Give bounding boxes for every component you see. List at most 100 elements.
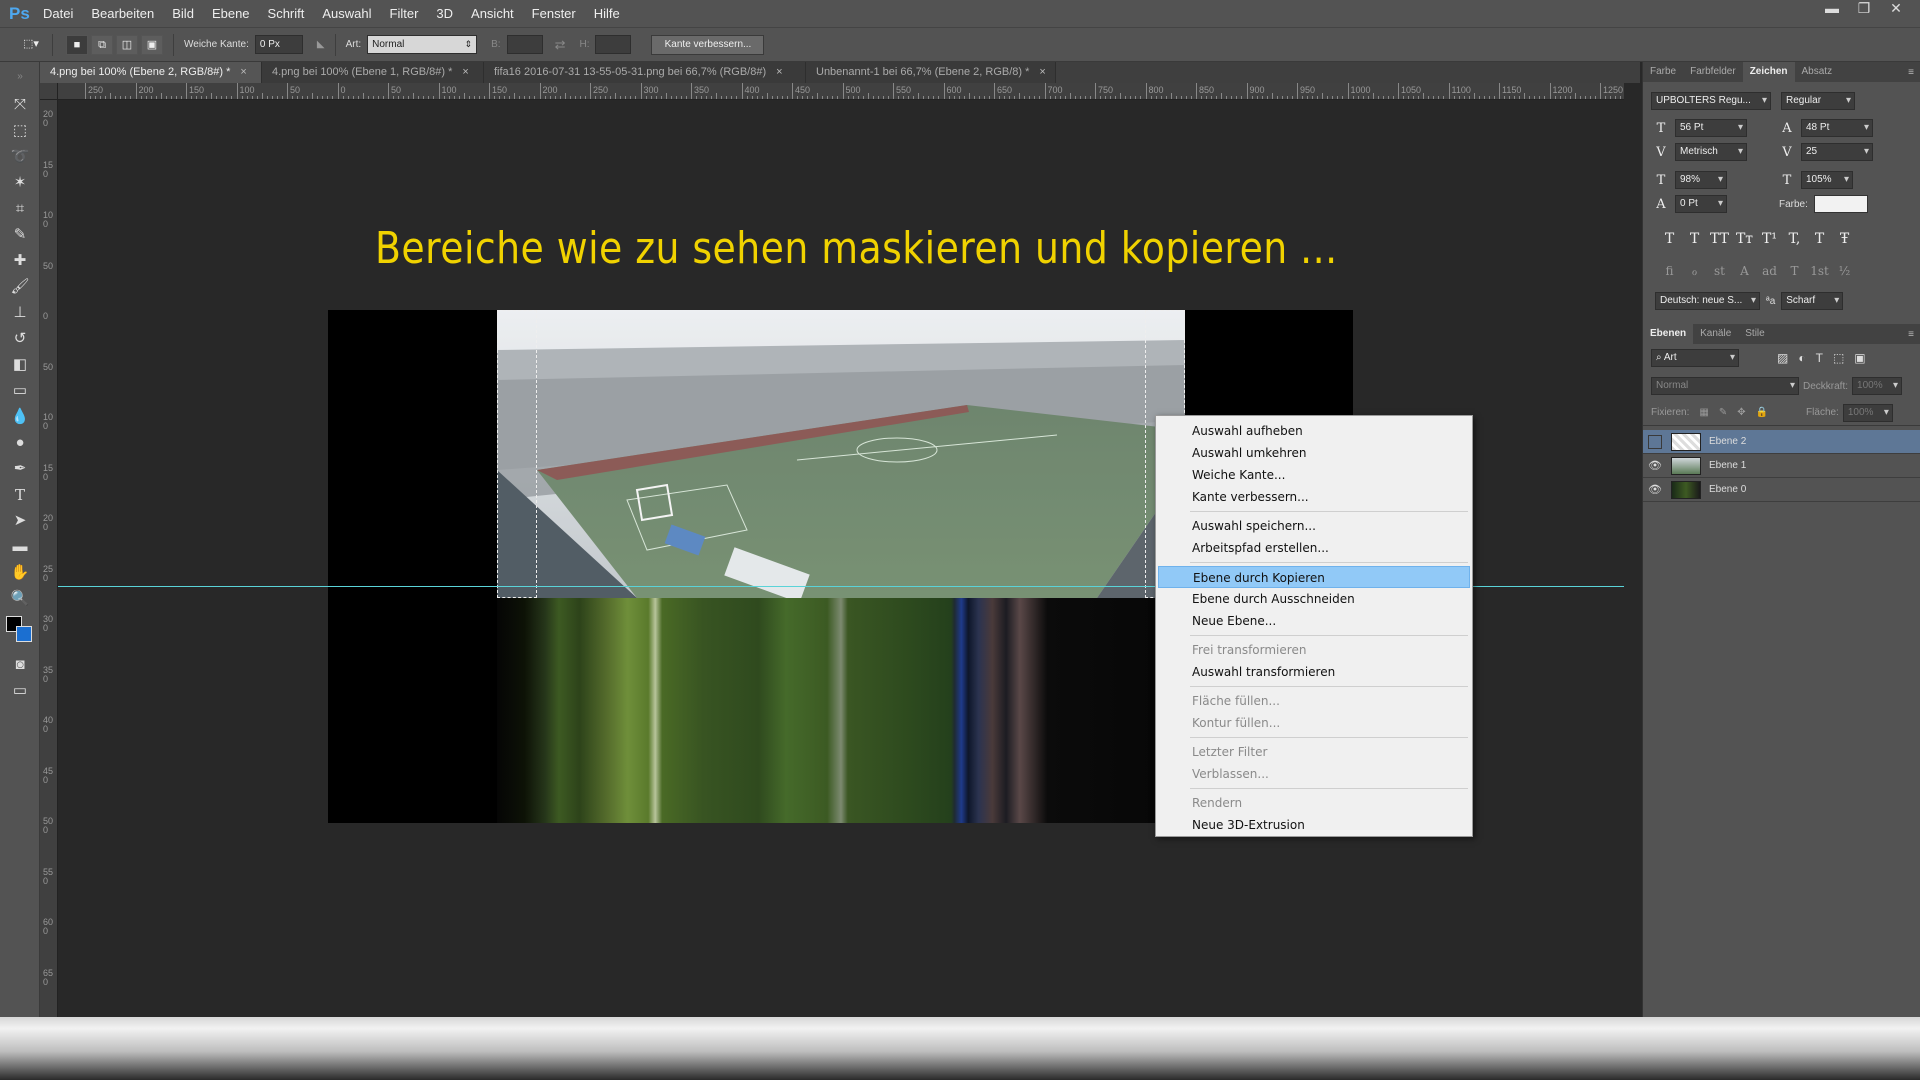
- lock-transparent-icon[interactable]: ▦: [1699, 407, 1708, 418]
- context-menu-item[interactable]: Auswahl umkehren: [1158, 442, 1470, 464]
- lock-position-icon[interactable]: ✥: [1737, 407, 1745, 418]
- menu-hilfe[interactable]: Hilfe: [585, 6, 629, 21]
- width-input[interactable]: [506, 35, 543, 54]
- eyedropper-tool-icon[interactable]: ✎: [0, 222, 40, 248]
- filter-adjustment-icon[interactable]: ◐: [1798, 351, 1805, 365]
- tab-kanaele[interactable]: Kanäle: [1693, 324, 1738, 344]
- tab-stile[interactable]: Stile: [1738, 324, 1771, 344]
- fill-input[interactable]: 100%: [1842, 403, 1893, 422]
- context-menu-item[interactable]: Neue 3D-Extrusion: [1158, 814, 1470, 836]
- vertical-ruler[interactable]: 200 150 100 50 0 50 100 150 200 250 300 350 400 450 50…: [40, 100, 58, 1017]
- antialias-select[interactable]: Scharf: [1781, 292, 1844, 310]
- language-select[interactable]: Deutsch: neue S...: [1655, 292, 1760, 310]
- style-select[interactable]: Normal: [367, 35, 478, 54]
- horizontal-scale-input[interactable]: 105%: [1801, 171, 1853, 189]
- close-button[interactable]: ✕: [1880, 0, 1912, 20]
- intersect-selection-button[interactable]: ▣: [141, 34, 163, 55]
- document-tab[interactable]: fifa16 2016-07-31 13-55-05-31.png bei 66…: [484, 62, 806, 83]
- close-tab-icon[interactable]: ×: [462, 66, 468, 78]
- close-tab-icon[interactable]: ×: [240, 66, 246, 78]
- dodge-tool-icon[interactable]: ●: [0, 430, 40, 456]
- filter-pixel-icon[interactable]: ▨: [1777, 351, 1788, 365]
- context-menu-item[interactable]: Auswahl transformieren: [1158, 661, 1470, 683]
- opentype-button[interactable]: fi: [1657, 264, 1682, 278]
- lasso-tool-icon[interactable]: ➰: [0, 144, 40, 170]
- layer-row[interactable]: 👁 Ebene 1: [1643, 454, 1920, 478]
- layer-row[interactable]: Ebene 2: [1643, 430, 1920, 454]
- text-color-swatch[interactable]: [1813, 195, 1868, 213]
- swap-icon[interactable]: ⇄: [555, 37, 566, 53]
- text-style-button[interactable]: T,: [1782, 231, 1807, 247]
- text-style-button[interactable]: T: [1682, 231, 1707, 247]
- context-menu-item[interactable]: Auswahl aufheben: [1158, 420, 1470, 442]
- marquee-preset-icon[interactable]: ⬚▾: [20, 35, 42, 55]
- context-menu-item[interactable]: Ebene durch Kopieren: [1158, 566, 1470, 588]
- font-style-select[interactable]: Regular: [1781, 92, 1855, 110]
- height-input[interactable]: [595, 35, 632, 54]
- background-color-swatch[interactable]: [16, 626, 32, 642]
- document-tab[interactable]: 4.png bei 100% (Ebene 1, RGB/8#) * ×: [262, 62, 484, 83]
- feather-input[interactable]: 0 Px: [254, 35, 303, 54]
- clone-stamp-tool-icon[interactable]: ⊥: [0, 300, 40, 326]
- lock-all-icon[interactable]: 🔒: [1756, 407, 1768, 418]
- gradient-tool-icon[interactable]: ▭: [0, 378, 40, 404]
- opentype-button[interactable]: ℴ: [1682, 264, 1707, 278]
- quick-mask-icon[interactable]: ◙: [0, 652, 40, 678]
- horizontal-ruler[interactable]: 250 200 150 100 50 0 50 100 150 200 250 300 350 400 45…: [58, 83, 1624, 100]
- context-menu-item[interactable]: Neue Ebene...: [1158, 610, 1470, 632]
- opentype-button[interactable]: T: [1782, 264, 1807, 278]
- refine-edge-button[interactable]: Kante verbessern...: [651, 34, 765, 55]
- menu-ansicht[interactable]: Ansicht: [462, 6, 523, 21]
- font-family-select[interactable]: UPBOLTERS Regu...: [1651, 92, 1771, 110]
- close-tab-icon[interactable]: ×: [776, 66, 782, 78]
- opentype-button[interactable]: ad: [1757, 264, 1782, 278]
- text-style-button[interactable]: T: [1657, 231, 1682, 247]
- layer-row[interactable]: 👁 Ebene 0: [1643, 478, 1920, 502]
- opentype-button[interactable]: A: [1732, 264, 1757, 278]
- tab-farbfelder[interactable]: Farbfelder: [1683, 62, 1743, 82]
- document-tab[interactable]: Unbenannt-1 bei 66,7% (Ebene 2, RGB/8) *…: [806, 62, 1056, 83]
- text-style-button[interactable]: T¹: [1757, 231, 1782, 247]
- text-style-button[interactable]: T: [1807, 231, 1832, 247]
- pen-tool-icon[interactable]: ✒: [0, 456, 40, 482]
- magic-wand-tool-icon[interactable]: ✶: [0, 170, 40, 196]
- menu-bild[interactable]: Bild: [163, 6, 203, 21]
- document-tab[interactable]: 4.png bei 100% (Ebene 2, RGB/8#) * ×: [40, 62, 262, 83]
- add-selection-button[interactable]: ⧉: [91, 34, 113, 55]
- rectangle-tool-icon[interactable]: ▬: [0, 534, 40, 560]
- path-selection-tool-icon[interactable]: ➤: [0, 508, 40, 534]
- hand-tool-icon[interactable]: ✋: [0, 560, 40, 586]
- panel-menu-icon[interactable]: ≡: [1908, 67, 1914, 78]
- close-tab-icon[interactable]: ×: [1039, 66, 1045, 78]
- marquee-tool-icon[interactable]: ⬚: [0, 118, 40, 144]
- opacity-input[interactable]: 100%: [1852, 377, 1903, 395]
- eye-icon[interactable]: 👁: [1643, 459, 1667, 472]
- layers-panel-menu-icon[interactable]: ≡: [1908, 329, 1914, 340]
- opentype-button[interactable]: ½: [1832, 264, 1857, 278]
- tracking-select[interactable]: 25: [1801, 143, 1873, 161]
- menu-datei[interactable]: Datei: [34, 6, 82, 21]
- type-tool-icon[interactable]: T: [0, 482, 40, 508]
- font-size-select[interactable]: 56 Pt: [1675, 119, 1747, 137]
- move-tool-icon[interactable]: ⤧: [0, 92, 40, 118]
- context-menu-item[interactable]: Auswahl speichern...: [1158, 515, 1470, 537]
- text-style-button[interactable]: TT: [1707, 231, 1732, 247]
- blur-tool-icon[interactable]: 💧: [0, 404, 40, 430]
- healing-brush-tool-icon[interactable]: ✚: [0, 248, 40, 274]
- menu-3d[interactable]: 3D: [427, 6, 462, 21]
- history-brush-tool-icon[interactable]: ↺: [0, 326, 40, 352]
- layer-filter-select[interactable]: ⌕ Art: [1651, 349, 1739, 367]
- restore-button[interactable]: ❐: [1848, 0, 1880, 20]
- filter-shape-icon[interactable]: ⬚: [1833, 351, 1844, 365]
- menu-ebene[interactable]: Ebene: [203, 6, 259, 21]
- menu-schrift[interactable]: Schrift: [259, 6, 314, 21]
- context-menu-item[interactable]: Arbeitspfad erstellen...: [1158, 537, 1470, 559]
- tab-ebenen[interactable]: Ebenen: [1643, 324, 1694, 344]
- subtract-selection-button[interactable]: ◫: [116, 34, 138, 55]
- menu-filter[interactable]: Filter: [381, 6, 428, 21]
- leading-select[interactable]: 48 Pt: [1801, 119, 1873, 137]
- filter-type-icon[interactable]: T: [1816, 351, 1823, 365]
- opentype-button[interactable]: 1st: [1807, 264, 1832, 278]
- tab-zeichen[interactable]: Zeichen: [1742, 62, 1795, 82]
- lock-pixels-icon[interactable]: ✎: [1719, 407, 1727, 418]
